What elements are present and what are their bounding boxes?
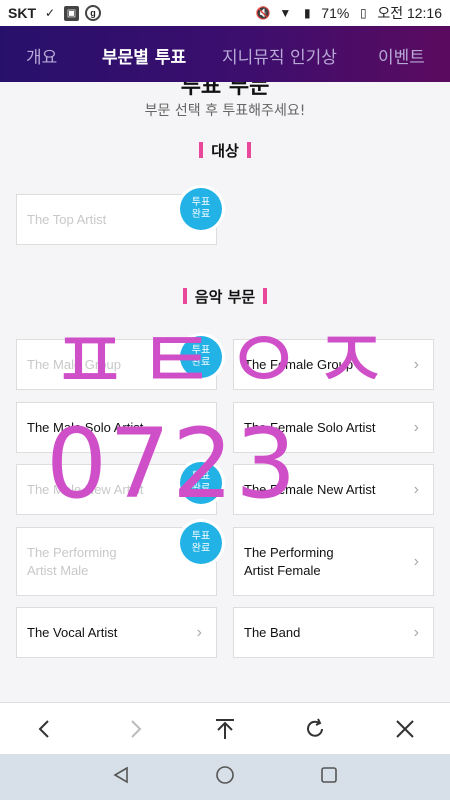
chevron-right-icon: ›: [413, 480, 419, 498]
chevron-right-icon: ›: [413, 418, 419, 436]
vote-complete-label: 투표 완료: [191, 471, 211, 494]
back-icon[interactable]: [25, 709, 65, 749]
vote-complete-badge: 투표 완료: [180, 336, 222, 378]
category-label: The Male Solo Artist: [27, 419, 144, 435]
vote-complete-badge: 투표 완료: [180, 522, 222, 564]
category-label: The Top Artist: [27, 211, 107, 227]
category-label: The Female Solo Artist: [244, 419, 376, 435]
tab-genie-popularity[interactable]: 지니뮤직 인기상: [222, 43, 337, 68]
tab-event[interactable]: 이벤트: [378, 43, 425, 68]
image-notification-icon: ▣: [64, 5, 79, 21]
title-accent-bar: [182, 288, 187, 304]
tab-overview[interactable]: 개요: [26, 43, 57, 68]
section-title-music: 음악 부문: [0, 286, 450, 307]
checkmark-notification-icon: ✓: [44, 6, 56, 20]
page-subtitle: 부문 선택 후 투표해주세요!: [144, 103, 306, 119]
page-title: 투표 부문: [180, 82, 270, 99]
category-card-vocal[interactable]: The Vocal Artist ›: [16, 607, 217, 658]
scroll-top-icon[interactable]: [205, 709, 245, 749]
battery-icon: ▯: [360, 6, 367, 20]
category-label: The Performing Artist Male: [27, 544, 117, 578]
home-circle-icon[interactable]: [214, 764, 236, 790]
chevron-right-icon: ›: [413, 355, 419, 373]
browser-toolbar: [0, 702, 450, 754]
category-label: The Male New Artist: [27, 481, 144, 497]
vote-content: 투표 부문 부문 선택 후 투표해주세요! 대상 The Top Artist …: [0, 82, 450, 702]
g-app-notification-icon: g: [85, 5, 101, 21]
chevron-right-icon: ›: [196, 623, 202, 641]
category-card-performing-female[interactable]: The Performing Artist Female ›: [233, 527, 434, 596]
section-title-grand-label: 대상: [211, 142, 239, 160]
vote-complete-label: 투표 완료: [191, 345, 211, 368]
vote-complete-label: 투표 완료: [191, 531, 211, 554]
category-card-female-solo[interactable]: The Female Solo Artist ›: [233, 402, 434, 453]
status-bar: SKT ✓ ▣ g 🔇 ▼ ▮ 71% ▯ 오전 12:16: [0, 0, 450, 26]
wifi-icon: ▼: [279, 6, 292, 20]
clock: 오전 12:16: [377, 5, 442, 21]
category-card-male-solo[interactable]: The Male Solo Artist: [16, 402, 217, 453]
vote-complete-badge: 투표 완료: [180, 462, 222, 504]
category-card-band[interactable]: The Band ›: [233, 607, 434, 658]
category-card-female-new[interactable]: The Female New Artist ›: [233, 464, 434, 515]
title-accent-bar: [246, 142, 251, 158]
carrier-label: SKT: [8, 5, 36, 21]
vote-complete-badge: 투표 완료: [180, 188, 222, 230]
battery-percent: 71%: [321, 5, 350, 21]
section-title-grand: 대상: [0, 140, 450, 161]
mute-icon: 🔇: [255, 6, 271, 20]
tab-category-vote[interactable]: 부문별 투표: [102, 43, 186, 68]
section-title-music-label: 음악 부문: [194, 288, 256, 306]
category-label: The Male Group: [27, 356, 121, 372]
category-label: The Performing Artist Female: [244, 544, 334, 578]
top-tab-bar: 개요 부문별 투표 지니뮤직 인기상 이벤트: [0, 26, 450, 82]
category-label: The Vocal Artist: [27, 624, 118, 640]
chevron-right-icon: ›: [413, 552, 419, 570]
refresh-icon[interactable]: [295, 709, 335, 749]
close-icon[interactable]: [385, 709, 425, 749]
forward-icon[interactable]: [115, 709, 155, 749]
back-triangle-icon[interactable]: [111, 765, 131, 789]
title-accent-bar: [199, 142, 204, 158]
category-label: The Female Group: [244, 356, 354, 372]
category-label: The Female New Artist: [244, 481, 376, 497]
title-accent-bar: [263, 288, 268, 304]
system-nav-bar: [0, 754, 450, 800]
recents-square-icon[interactable]: [319, 765, 339, 789]
vote-complete-label: 투표 완료: [191, 197, 211, 220]
signal-icon: ▮: [303, 6, 311, 20]
category-label: The Band: [244, 624, 301, 640]
chevron-right-icon: ›: [413, 623, 419, 641]
category-card-female-group[interactable]: The Female Group ›: [233, 339, 434, 390]
